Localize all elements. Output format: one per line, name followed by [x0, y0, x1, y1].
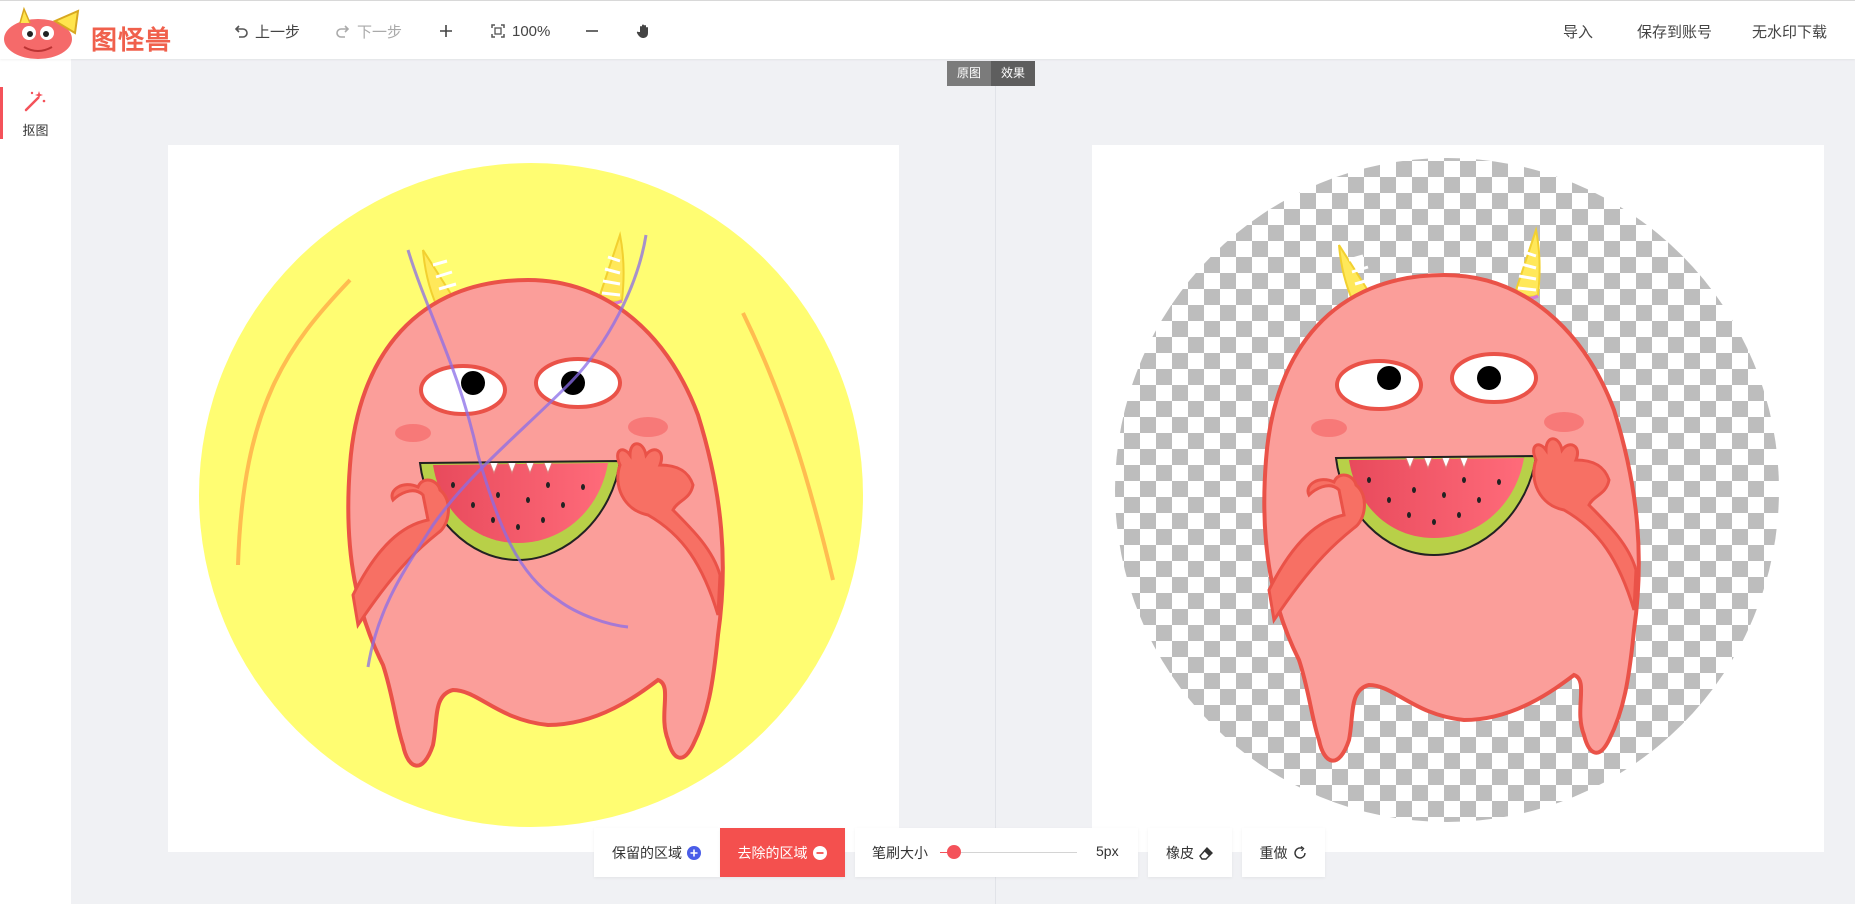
remove-area-button[interactable]: 去除的区域	[720, 828, 845, 877]
brush-size-label: 笔刷大小	[872, 845, 928, 861]
redo-button[interactable]: 下一步	[335, 20, 402, 42]
zoom-level: 100%	[512, 22, 551, 40]
minus-circle-icon	[812, 845, 827, 860]
sidebar-item-label: 抠图	[22, 123, 49, 138]
tab-effect[interactable]: 效果	[991, 61, 1036, 86]
undo-button[interactable]: 上一步	[233, 20, 300, 42]
original-image	[199, 163, 863, 827]
save-to-account-link[interactable]: 保存到账号	[1637, 21, 1712, 42]
zoom-fit-button[interactable]: 100%	[490, 20, 550, 42]
remove-area-label: 去除的区域	[737, 844, 808, 861]
original-canvas[interactable]	[168, 145, 899, 852]
keep-area-button[interactable]: 保留的区域	[594, 828, 720, 877]
import-link[interactable]: 导入	[1563, 21, 1593, 42]
zoom-in-button[interactable]	[438, 20, 460, 42]
keep-area-label: 保留的区域	[612, 844, 682, 861]
result-image	[1115, 158, 1779, 822]
tab-original[interactable]: 原图	[947, 61, 992, 86]
eraser-label: 橡皮	[1166, 844, 1194, 861]
brush-size-value: 5px	[1096, 843, 1119, 859]
logo-text: 图怪兽	[91, 26, 173, 56]
brush-size-control: 笔刷大小 5px	[855, 828, 1138, 877]
result-canvas[interactable]	[1092, 145, 1824, 852]
redo-label: 下一步	[357, 23, 403, 41]
plus-circle-icon	[687, 845, 701, 860]
minus-icon	[586, 30, 598, 32]
monster-logo-icon	[4, 6, 80, 59]
plus-icon	[440, 25, 452, 37]
brush-size-handle[interactable]	[946, 845, 961, 859]
redo-brush-button[interactable]: 重做	[1242, 828, 1325, 877]
compare-toggle: 原图 效果	[947, 61, 1036, 86]
canvas-divider	[995, 86, 996, 904]
eraser-icon	[1199, 846, 1213, 860]
undo-label: 上一步	[255, 23, 301, 41]
app-logo[interactable]: 图怪兽	[0, 3, 180, 59]
brush-size-slider[interactable]	[940, 845, 1077, 859]
eraser-button[interactable]: 橡皮	[1148, 828, 1232, 877]
download-no-watermark-link[interactable]: 无水印下载	[1752, 21, 1827, 42]
fit-screen-icon	[491, 24, 505, 38]
left-sidebar: 抠图	[0, 59, 71, 904]
hand-icon	[636, 24, 648, 38]
undo-icon	[234, 25, 248, 38]
top-toolbar: 图怪兽 上一步 下一步 100% 导入 保存到账号 无水印下载	[0, 0, 1855, 59]
magic-wand-icon	[24, 91, 46, 112]
redo-brush-label: 重做	[1259, 844, 1288, 861]
redo-icon	[336, 25, 350, 38]
zoom-out-button[interactable]	[584, 20, 606, 42]
pan-hand-button[interactable]	[635, 20, 659, 42]
refresh-icon	[1293, 845, 1306, 859]
sidebar-item-cutout[interactable]: 抠图	[0, 87, 71, 139]
